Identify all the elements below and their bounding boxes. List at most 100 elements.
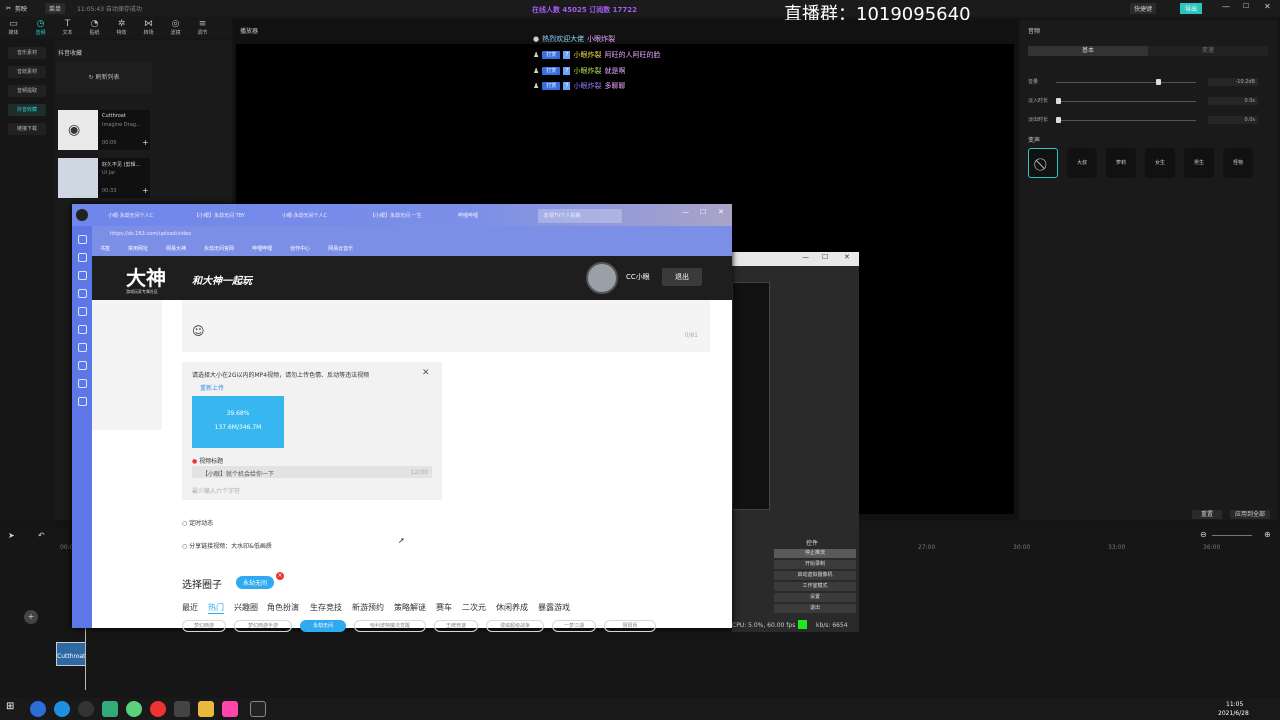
circle-chip[interactable]: 哈利波特魔法觉醒 [354,620,426,632]
url-text[interactable]: https://ds.163.com/upload/video [110,231,191,237]
bookmark-item[interactable]: 常用网址 [128,242,148,256]
browser-tab[interactable]: 哔哩哔哩 [452,209,536,223]
bookmark-item[interactable]: 哔哩哔哩 [252,242,272,256]
menu-button[interactable]: 菜单 [45,3,66,14]
add-track-icon[interactable]: + [142,138,149,147]
circle-category-tab[interactable]: 策略解谜 [394,602,426,613]
close-icon[interactable]: ✕ [1264,2,1271,11]
circle-category-tab[interactable]: 角色扮演 [267,602,299,613]
circle-chip[interactable]: 梦幻西游手游 [234,620,292,632]
zoom-out-icon[interactable]: ⊖ [1200,530,1207,539]
emoji-icon[interactable]: ☺ [192,324,205,338]
tab-basic[interactable]: 基本 [1028,46,1148,56]
circle-category-tab[interactable]: 暴露游戏 [538,602,570,613]
taskbar-app-icon[interactable] [102,701,118,717]
nav-douyin-favorites[interactable]: 抖音收藏 [8,104,46,116]
taskbar-time[interactable]: 11:05 [1226,701,1243,708]
shortcut-button[interactable]: 快捷键 [1130,3,1157,14]
bookmark-item[interactable]: 创作中心 [290,242,310,256]
username[interactable]: CC小眼 [626,272,650,282]
sidebar-calendar-icon[interactable] [77,397,87,406]
voice-uncle[interactable]: 大叔 [1067,148,1097,178]
tool-filter[interactable]: ◎ 滤镜 [162,17,189,39]
address-bar[interactable]: https://ds.163.com/upload/video [92,226,732,242]
tool-audio[interactable]: ◷ 音频 [27,17,54,39]
browser-tab-active[interactable]: 影视TV个人投稿 [538,209,622,223]
circle-category-tab[interactable]: 赛车 [436,602,452,613]
voice-male[interactable]: 男生 [1184,148,1214,178]
bookmark-item[interactable]: 网易大神 [166,242,186,256]
maximize-icon[interactable]: ☐ [1243,2,1249,10]
volume-slider[interactable]: 音量 -10.2dB [1028,78,1268,88]
close-upload-icon[interactable]: ✕ [422,368,430,378]
nav-audio-extract[interactable]: 音频提取 [8,85,46,97]
obs-stop-stream-button[interactable]: 停止推流 [774,549,856,558]
nav-link-download[interactable]: 链接下载 [8,123,46,135]
obs-preview[interactable] [732,282,770,510]
tool-transition[interactable]: ⋈ 转场 [135,17,162,39]
selected-circle-chip[interactable]: 永劫无间 [236,576,275,589]
voice-loli[interactable]: 萝莉 [1106,148,1136,178]
circle-category-tab[interactable]: 新游预约 [352,602,384,613]
voice-monster[interactable]: 怪物 [1223,148,1253,178]
video-title-input[interactable]: 【小眼】就个机会给你一下 12/30 [192,466,432,478]
circle-category-tab[interactable]: 休闲养成 [496,602,528,613]
export-button[interactable]: 导出 [1180,3,1203,14]
track-item[interactable]: ◉ Cutthroat Imagine Drag... 00:05 + [58,110,150,150]
apply-all-button[interactable]: 应用到全部 [1230,510,1270,519]
fade-in-value[interactable]: 0.0s [1208,97,1258,105]
obs-studio-mode-button[interactable]: 工作室模式 [774,582,856,591]
obs-exit-button[interactable]: 退出 [774,604,856,613]
fade-out-knob[interactable] [1056,117,1061,123]
browser-minimize-icon[interactable]: — [682,208,689,216]
tool-text[interactable]: T 文本 [54,17,81,39]
start-icon[interactable]: ⊞ [6,701,22,717]
nav-music[interactable]: 音乐素材 [8,47,46,59]
taskbar-app-icon[interactable] [78,701,94,717]
bookmark-item[interactable]: 永劫无间官网 [204,242,234,256]
obs-virtual-cam-button[interactable]: 启动虚拟摄像机 [774,571,856,580]
add-track-button[interactable]: + [24,610,38,624]
circle-category-tab[interactable]: 二次元 [462,602,486,613]
taskbar-app-icon[interactable] [126,701,142,717]
taskbar-app-icon[interactable] [150,701,166,717]
volume-knob[interactable] [1156,79,1161,85]
browser-tab[interactable]: 小眼·永劫无间个人C [102,209,186,223]
circle-chip-selected[interactable]: 永劫无间 [300,620,346,632]
taskbar-app-icon[interactable] [198,701,214,717]
circle-category-tab[interactable]: 生存竞技 [310,602,342,613]
tool-media[interactable]: ▭ 媒体 [0,17,27,39]
browser-tab[interactable]: 【小眼】永劫无间 TBY [188,209,272,223]
circle-category-tab[interactable]: 最近 [182,602,198,613]
fade-in-slider[interactable]: 淡入时长 0.0s [1028,97,1268,107]
circle-chip[interactable]: 一梦江湖 [552,620,596,632]
taskbar-app-icon[interactable] [174,701,190,717]
voice-female[interactable]: 女生 [1145,148,1175,178]
text-editor[interactable]: ☺ 0/81 [182,300,710,352]
add-track-icon[interactable]: + [142,186,149,195]
volume-value[interactable]: -10.2dB [1208,78,1258,86]
select-tool-icon[interactable]: ➤ [8,531,15,540]
reset-button[interactable]: 重置 [1192,510,1222,519]
zoom-slider[interactable] [1212,535,1252,536]
browser-close-icon[interactable]: ✕ [718,208,724,216]
fade-out-slider[interactable]: 淡出时长 0.0s [1028,116,1268,126]
sidebar-video-icon[interactable] [77,325,87,334]
undo-icon[interactable]: ↶ [38,531,45,540]
sidebar-cart-icon[interactable] [77,379,87,388]
bookmark-item[interactable]: 书签 [100,242,110,256]
scheduled-post-option[interactable]: ○ 定时动态 [182,518,213,527]
minimize-icon[interactable]: — [1222,2,1230,11]
refresh-list-button[interactable]: ↻ 刷新列表 [56,62,152,94]
circle-category-tab[interactable]: 兴趣圈 [234,602,258,613]
logout-button[interactable]: 退出 [662,268,702,286]
circle-chip[interactable]: 漫威超级战争 [486,620,544,632]
site-logo[interactable]: 大神 [126,262,166,291]
sidebar-book-icon[interactable] [77,271,87,280]
taskbar-date[interactable]: 2021/6/28 [1218,710,1249,717]
taskbar-app-icon[interactable] [250,701,266,717]
circle-chip[interactable]: 阴阳师 [604,620,656,632]
obs-settings-button[interactable]: 设置 [774,593,856,602]
fade-in-knob[interactable] [1056,98,1061,104]
reupload-link[interactable]: 重新上传 [200,383,224,392]
